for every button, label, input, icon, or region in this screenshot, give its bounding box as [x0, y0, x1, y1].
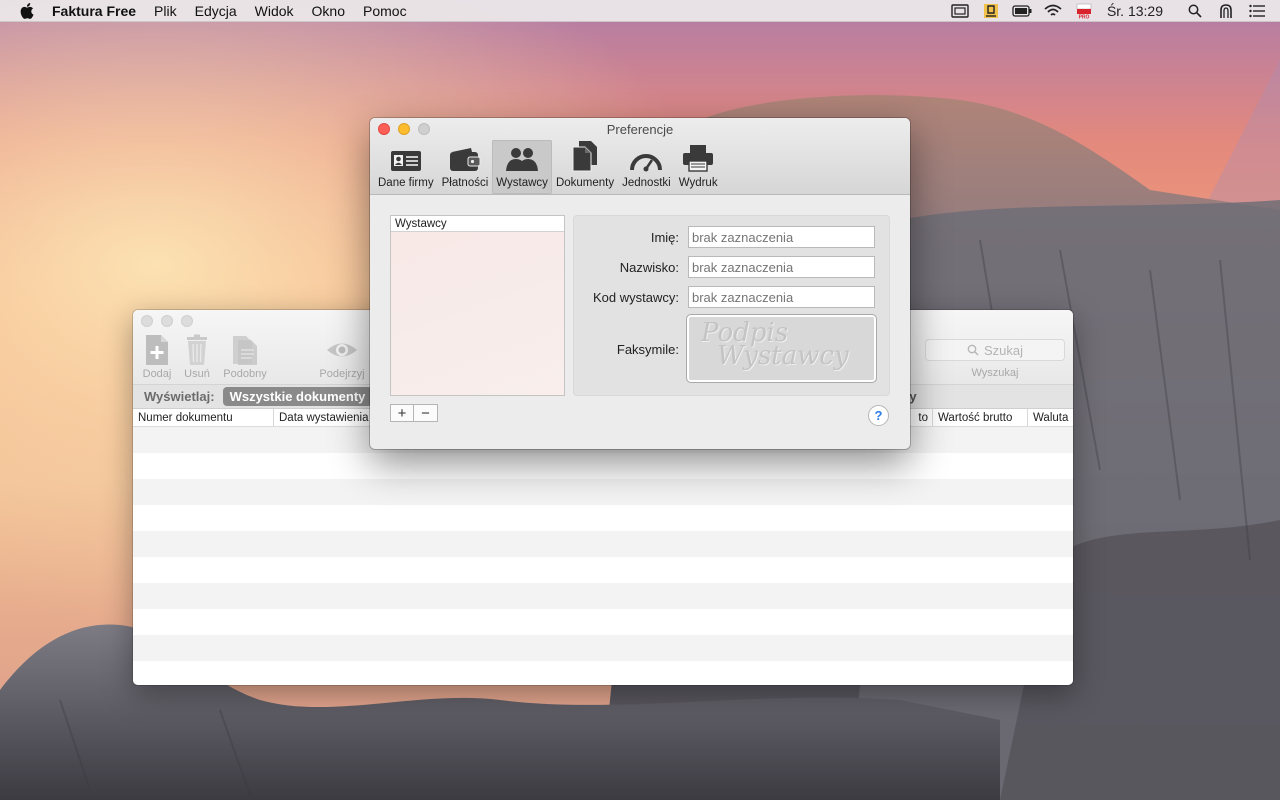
facsimile-placeholder-line2: Wystawcy [717, 341, 849, 371]
app-menu[interactable]: Faktura Free [52, 3, 136, 19]
printer-icon [683, 145, 714, 172]
preferences-tabs: Dane firmy Płatności Wystawcy Dokumenty … [374, 140, 722, 194]
table-row[interactable] [133, 453, 1073, 479]
notification-list-icon[interactable] [1246, 2, 1268, 20]
preferences-title: Preferencje [606, 122, 674, 137]
facsimile-label: Faksymile: [616, 342, 679, 357]
tab-wystawcy-label: Wystawcy [496, 177, 548, 189]
preferences-content: Wystawcy + − Imię: Nazwisko: Kod wystawc… [370, 195, 910, 449]
filter-label: Wyświetlaj: [144, 389, 215, 404]
wifi-icon[interactable] [1042, 2, 1064, 20]
search-input[interactable]: Szukaj [925, 339, 1065, 361]
issuers-list-header[interactable]: Wystawcy [391, 216, 564, 232]
menu-plik[interactable]: Plik [154, 3, 177, 19]
duplicate-document-icon [233, 336, 257, 365]
status-area: PRO Śr. 13:29 [940, 0, 1280, 22]
gdrive-icon[interactable] [980, 2, 1002, 20]
preferences-window: Preferencje Dane firmy Płatności Wystawc… [370, 118, 910, 449]
user-icon[interactable] [1215, 2, 1237, 20]
last-name-label: Nazwisko: [619, 260, 679, 275]
table-row[interactable] [133, 505, 1073, 531]
preview-button[interactable]: Podejrzyj [313, 334, 371, 380]
similar-label: Podobny [223, 368, 267, 380]
menu-widok[interactable]: Widok [255, 3, 294, 19]
table-row[interactable] [133, 531, 1073, 557]
column-gross-value[interactable]: Wartość brutto [933, 409, 1028, 426]
tab-wystawcy[interactable]: Wystawcy [492, 140, 552, 194]
spotlight-search-icon[interactable] [1184, 2, 1206, 20]
table-row[interactable] [133, 583, 1073, 609]
trash-icon [187, 334, 207, 365]
remove-issuer-button[interactable]: − [414, 404, 438, 422]
close-button[interactable] [141, 315, 153, 327]
preview-label: Podejrzyj [319, 368, 365, 380]
tab-jednostki[interactable]: Jednostki [618, 140, 675, 194]
documents-table-body [133, 427, 1073, 685]
window-controls [141, 315, 201, 327]
issuers-list[interactable]: Wystawcy [390, 215, 565, 396]
add-document-button[interactable]: Dodaj [135, 334, 179, 380]
documents-icon [572, 141, 598, 172]
search-label: Wyszukaj [971, 367, 1019, 379]
menu-bar: Faktura Free Plik Edycja Widok Okno Pomo… [0, 0, 1280, 22]
tab-dokumenty-label: Dokumenty [555, 177, 615, 189]
first-name-field[interactable] [688, 226, 875, 248]
people-icon [506, 148, 539, 171]
menu-pomoc[interactable]: Pomoc [363, 3, 407, 19]
wallet-icon [449, 148, 481, 171]
search-icon [967, 344, 979, 356]
zoom-button[interactable] [181, 315, 193, 327]
add-issuer-button[interactable]: + [390, 404, 414, 422]
issuer-code-field[interactable] [688, 286, 875, 308]
tab-platnosci[interactable]: Płatności [438, 140, 493, 194]
last-name-field[interactable] [688, 256, 875, 278]
issuer-details-panel: Imię: Nazwisko: Kod wystawcy: Faksymile:… [573, 215, 890, 396]
help-button[interactable]: ? [868, 405, 889, 426]
tab-dane-firmy-label: Dane firmy [378, 177, 434, 189]
table-row[interactable] [133, 661, 1073, 685]
table-row[interactable] [133, 609, 1073, 635]
menu-okno[interactable]: Okno [312, 3, 345, 19]
tab-wydruk[interactable]: Wydruk [675, 140, 722, 194]
table-row[interactable] [133, 635, 1073, 661]
apple-menu-icon[interactable] [18, 2, 36, 20]
svg-text:PRO: PRO [1079, 15, 1090, 20]
table-row[interactable] [133, 557, 1073, 583]
tab-dokumenty[interactable]: Dokumenty [552, 140, 618, 194]
tab-platnosci-label: Płatności [441, 177, 489, 189]
display-icon[interactable] [949, 2, 971, 20]
add-label: Dodaj [142, 368, 172, 380]
menubar-clock[interactable]: Śr. 13:29 [1107, 3, 1163, 19]
issuer-code-label: Kod wystawcy: [593, 290, 679, 305]
column-document-number[interactable]: Numer dokumentu [133, 409, 274, 426]
filter-all-documents[interactable]: Wszystkie dokumenty [222, 387, 373, 406]
battery-icon[interactable] [1011, 2, 1033, 20]
flag-pro-icon[interactable]: PRO [1073, 2, 1095, 20]
delete-label: Usuń [184, 368, 210, 380]
eye-icon [327, 343, 357, 357]
tab-jednostki-label: Jednostki [622, 177, 671, 189]
similar-document-button[interactable]: Podobny [219, 334, 271, 380]
preferences-titlebar: Preferencje Dane firmy Płatności Wystawc… [370, 118, 910, 195]
menu-edycja[interactable]: Edycja [195, 3, 237, 19]
add-document-icon [146, 335, 168, 365]
table-row[interactable] [133, 479, 1073, 505]
delete-document-button[interactable]: Usuń [175, 334, 219, 380]
search-placeholder: Szukaj [983, 342, 1024, 358]
list-controls: + − [390, 404, 438, 422]
first-name-label: Imię: [650, 230, 679, 245]
column-currency[interactable]: Waluta [1028, 409, 1073, 426]
tab-wydruk-label: Wydruk [678, 177, 718, 189]
minimize-button[interactable] [161, 315, 173, 327]
facsimile-image-well[interactable]: Podpis Wystawcy [686, 314, 877, 383]
gauge-icon [630, 154, 663, 172]
tab-dane-firmy[interactable]: Dane firmy [374, 140, 438, 194]
id-card-icon [390, 151, 421, 171]
